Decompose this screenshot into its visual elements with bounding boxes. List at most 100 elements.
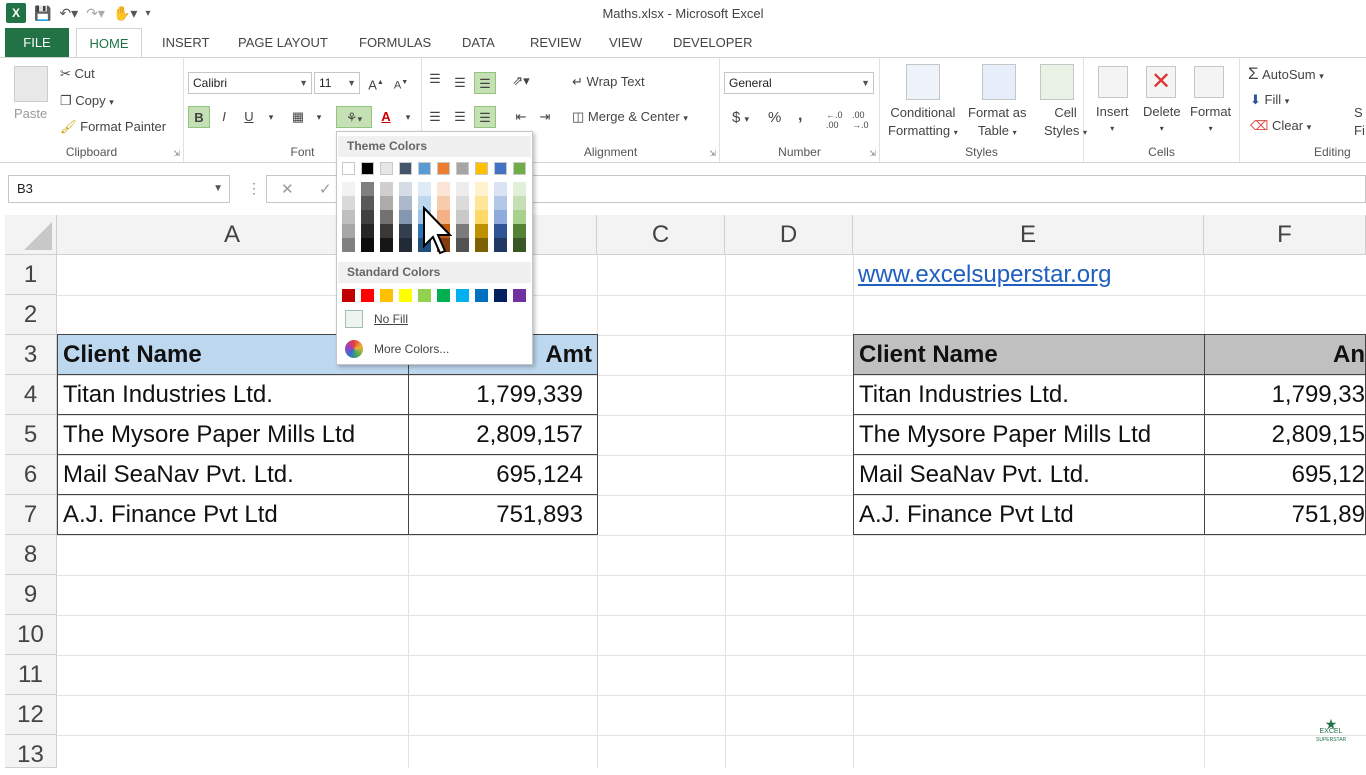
right-header-amt[interactable]: An	[1204, 334, 1366, 375]
format-as-table-button[interactable]: Format as Table ▾	[968, 104, 1027, 142]
format-cells-button[interactable]: Format ▾	[1190, 104, 1231, 134]
column-header-d[interactable]: D	[725, 215, 853, 255]
theme-shade-swatch[interactable]	[399, 196, 412, 210]
theme-shade-swatch[interactable]	[456, 224, 469, 238]
theme-color-swatch[interactable]	[475, 162, 488, 175]
increase-indent-icon[interactable]: ⇥	[534, 106, 556, 128]
left-client-cell[interactable]: A.J. Finance Pvt Ltd	[57, 494, 409, 535]
theme-shade-swatch[interactable]	[380, 182, 393, 196]
delete-cells-button[interactable]: Delete ▾	[1143, 104, 1181, 134]
column-header-e[interactable]: E	[853, 215, 1204, 255]
paste-button[interactable]: Paste	[14, 106, 47, 121]
right-amt-cell[interactable]: 2,809,15	[1204, 414, 1366, 455]
insert-cells-button[interactable]: Insert ▾	[1096, 104, 1129, 134]
right-client-cell[interactable]: The Mysore Paper Mills Ltd	[853, 414, 1205, 455]
theme-shade-swatch[interactable]	[437, 182, 450, 196]
theme-shade-swatch[interactable]	[380, 196, 393, 210]
align-right-icon[interactable]: ☰	[474, 106, 496, 128]
left-client-cell[interactable]: Titan Industries Ltd.	[57, 374, 409, 415]
tab-page-layout[interactable]: PAGE LAYOUT	[228, 28, 338, 57]
left-amt-cell[interactable]: 2,809,157	[408, 414, 598, 455]
italic-button[interactable]: I	[213, 106, 235, 128]
column-header-f[interactable]: F	[1204, 215, 1366, 255]
comma-button[interactable]: ,	[798, 107, 802, 125]
tab-view[interactable]: VIEW	[599, 28, 652, 57]
theme-shade-swatch[interactable]	[494, 224, 507, 238]
theme-shade-swatch[interactable]	[361, 210, 374, 224]
paste-icon[interactable]	[14, 66, 48, 102]
font-family-dropdown[interactable]: Calibri ▼	[188, 72, 312, 94]
number-format-dropdown[interactable]: General ▼	[724, 72, 874, 94]
increase-decimal-icon[interactable]: ←.0.00	[826, 110, 843, 130]
row-header-2[interactable]: 2	[5, 295, 57, 335]
theme-shade-swatch[interactable]	[456, 210, 469, 224]
row-header-11[interactable]: 11	[5, 655, 57, 695]
standard-color-swatch[interactable]	[380, 289, 393, 302]
standard-color-swatch[interactable]	[513, 289, 526, 302]
row-header-7[interactable]: 7	[5, 495, 57, 535]
theme-shade-swatch[interactable]	[380, 238, 393, 252]
theme-shade-swatch[interactable]	[494, 182, 507, 196]
theme-color-swatch[interactable]	[456, 162, 469, 175]
standard-color-swatch[interactable]	[418, 289, 431, 302]
theme-shade-swatch[interactable]	[361, 238, 374, 252]
theme-color-swatch[interactable]	[342, 162, 355, 175]
left-amt-cell[interactable]: 1,799,339	[408, 374, 598, 415]
theme-shade-swatch[interactable]	[380, 224, 393, 238]
theme-shade-swatch[interactable]	[475, 224, 488, 238]
enter-icon[interactable]: ✓	[319, 180, 332, 198]
column-header-c[interactable]: C	[597, 215, 725, 255]
borders-dropdown-icon[interactable]: ▾	[308, 106, 330, 128]
font-color-button[interactable]: A	[375, 106, 397, 128]
theme-color-swatch[interactable]	[513, 162, 526, 175]
theme-shade-swatch[interactable]	[513, 182, 526, 196]
theme-color-swatch[interactable]	[380, 162, 393, 175]
theme-shade-swatch[interactable]	[342, 238, 355, 252]
left-amt-cell[interactable]: 695,124	[408, 454, 598, 495]
theme-shade-swatch[interactable]	[475, 210, 488, 224]
row-header-9[interactable]: 9	[5, 575, 57, 615]
tab-developer[interactable]: DEVELOPER	[663, 28, 762, 57]
theme-shade-swatch[interactable]	[399, 238, 412, 252]
row-header-13[interactable]: 13	[5, 735, 57, 768]
theme-color-swatch[interactable]	[418, 162, 431, 175]
top-align-icon[interactable]: ☰	[424, 68, 446, 90]
align-center-icon[interactable]: ☰	[449, 106, 471, 128]
theme-shade-swatch[interactable]	[456, 196, 469, 210]
left-amt-cell[interactable]: 751,893	[408, 494, 598, 535]
theme-color-swatch[interactable]	[399, 162, 412, 175]
standard-color-swatch[interactable]	[494, 289, 507, 302]
theme-shade-swatch[interactable]	[380, 210, 393, 224]
bottom-align-icon[interactable]: ☰	[474, 72, 496, 94]
copy-button[interactable]: ❐ Copy ▾	[60, 93, 114, 109]
theme-color-swatch[interactable]	[437, 162, 450, 175]
standard-color-swatch[interactable]	[475, 289, 488, 302]
right-amt-cell[interactable]: 1,799,33	[1204, 374, 1366, 415]
number-launcher-icon[interactable]: ⇲	[869, 149, 876, 158]
underline-button[interactable]: U	[238, 106, 260, 128]
orientation-icon[interactable]: ⇗▾	[510, 70, 532, 92]
conditional-formatting-button[interactable]: Conditional Formatting ▾	[888, 104, 958, 142]
right-client-cell[interactable]: A.J. Finance Pvt Ltd	[853, 494, 1205, 535]
no-fill-option[interactable]: No Fill	[341, 306, 529, 332]
name-box[interactable]: B3 ▼	[8, 175, 230, 203]
left-client-cell[interactable]: Mail SeaNav Pvt. Ltd.	[57, 454, 409, 495]
more-colors-option[interactable]: More Colors...	[341, 336, 529, 362]
theme-shade-swatch[interactable]	[494, 238, 507, 252]
theme-shade-swatch[interactable]	[456, 182, 469, 196]
right-header-client-name[interactable]: Client Name	[853, 334, 1205, 375]
theme-shade-swatch[interactable]	[513, 196, 526, 210]
theme-shade-swatch[interactable]	[399, 182, 412, 196]
sort-filter-button[interactable]: S Fi	[1354, 104, 1365, 140]
select-all-button[interactable]	[5, 215, 57, 255]
tab-insert[interactable]: INSERT	[152, 28, 219, 57]
theme-color-swatch[interactable]	[494, 162, 507, 175]
row-header-8[interactable]: 8	[5, 535, 57, 575]
decrease-indent-icon[interactable]: ⇤	[510, 106, 532, 128]
left-client-cell[interactable]: The Mysore Paper Mills Ltd	[57, 414, 409, 455]
decrease-decimal-icon[interactable]: .00 →.0	[852, 110, 869, 130]
theme-shade-swatch[interactable]	[342, 210, 355, 224]
theme-shade-swatch[interactable]	[399, 210, 412, 224]
website-link[interactable]: www.excelsuperstar.org	[858, 255, 1111, 295]
theme-shade-swatch[interactable]	[494, 196, 507, 210]
